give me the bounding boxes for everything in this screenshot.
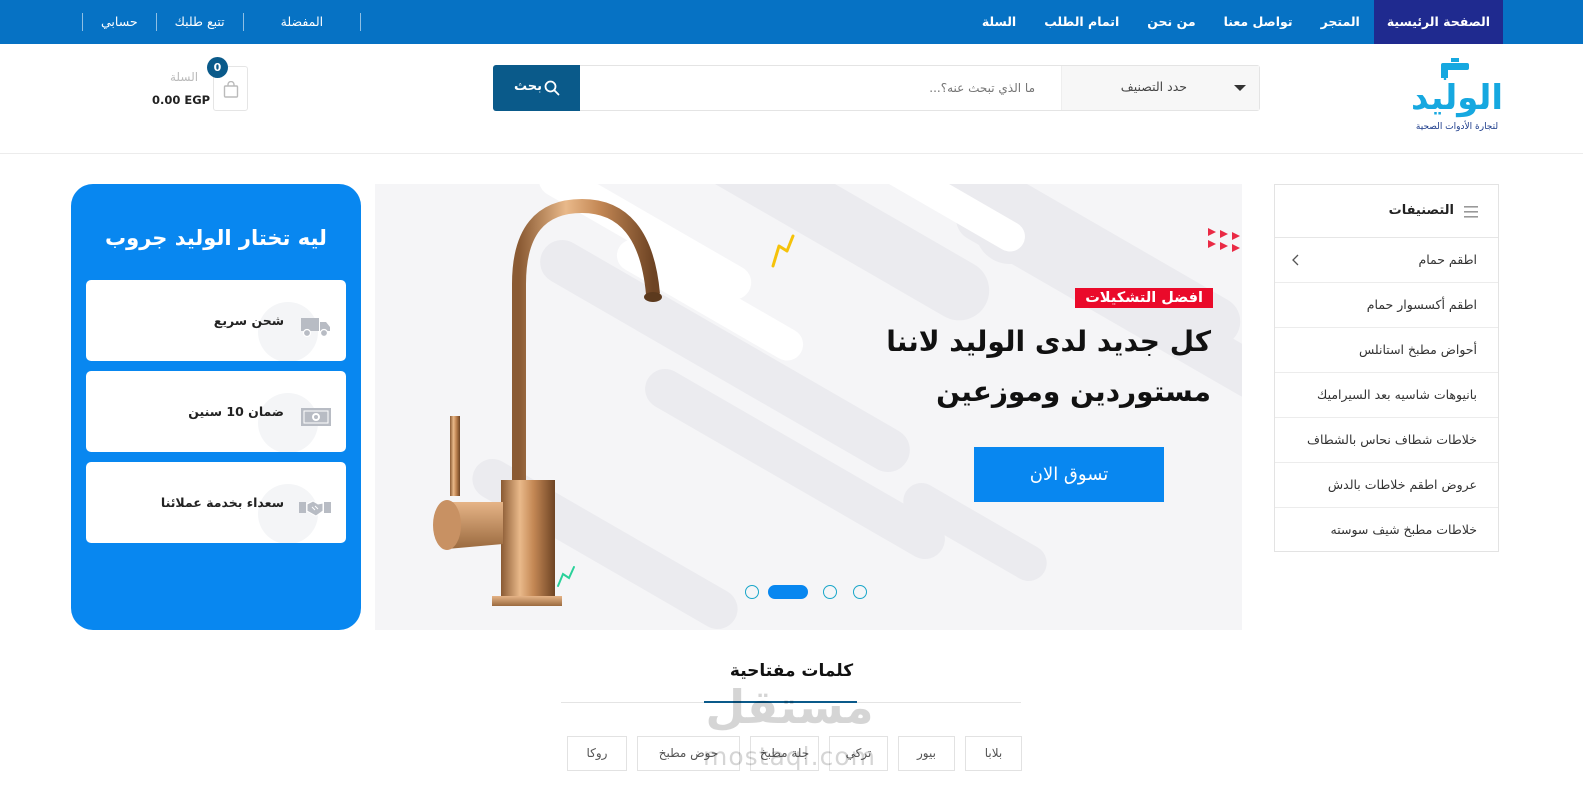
site-header: الوليد لتجارة الأدوات الصحية حدد التصنيف… [0,44,1583,154]
cart-count-badge: 0 [207,57,228,78]
nav-shop[interactable]: المتجر [1307,0,1374,44]
feature-label: ضمان 10 سنين [188,404,284,419]
main-nav: الصفحة الرئيسية المتجر تواصل معنا من نحن… [968,0,1503,44]
why-choose-us-panel: ليه تختار الوليد جروب شحن سريع ضمان 10 س… [71,184,361,630]
header-cart[interactable]: 0 السلة 0.00 EGP [152,57,250,112]
keyword-tag[interactable]: بلابا [965,736,1022,771]
category-item-bath-accessories[interactable]: اطقم أكسسوار حمام [1275,283,1498,328]
slider-dot-2[interactable] [768,585,808,599]
category-item-label: أحواض مطبخ استانلس [1358,342,1477,357]
keyword-tag[interactable]: جلة مطبخ [750,736,819,771]
category-item-label: اطقم حمام [1418,252,1477,267]
category-item-label: خلاطات مطبخ شيف سوسته [1330,522,1477,537]
feature-label: شحن سريع [213,313,284,328]
menu-icon [1464,206,1478,218]
feature-label: سعداء بخدمة عملائنا [160,495,284,510]
hero-slider: افضل التشكيلات كل جديد لدى الوليد لاننا … [375,184,1242,630]
slider-dot-3[interactable] [823,585,837,599]
util-wishlist-link[interactable]: المفضلة [244,13,362,31]
keyword-tag[interactable]: تركي [829,736,888,771]
shopping-bag-icon [223,81,239,98]
site-logo[interactable]: الوليد لتجارة الأدوات الصحية [1411,58,1503,140]
category-item-label: اطقم أكسسوار حمام [1366,297,1477,312]
top-navbar: الصفحة الرئيسية المتجر تواصل معنا من نحن… [0,0,1583,44]
watermark-arabic: مستقل [705,680,874,734]
cart-label: السلة [170,70,199,84]
keywords-divider-accent [704,701,857,703]
category-item-bathroom-sets[interactable]: اطقم حمام [1275,238,1498,283]
category-item-label: عروض اطقم خلاطات بالدش [1327,477,1477,492]
utility-divider [82,13,83,31]
keywords-title: كلمات مفتاحية [729,661,854,681]
category-item-shower-mixer-offers[interactable]: عروض اطقم خلاطات بالدش [1275,463,1498,508]
categories-title: التصنيفات [1388,203,1454,218]
nav-about[interactable]: من نحن [1133,0,1209,44]
search-icon [544,80,560,96]
hero-headline-line-2: مستوردين وموزعين [936,375,1211,408]
logo-tagline: لتجارة الأدوات الصحية [1415,122,1499,132]
search-button[interactable]: بحث [493,65,580,111]
category-select[interactable]: حدد التصنيف [1061,66,1259,110]
feature-warranty: ضمان 10 سنين [86,371,346,452]
nav-contact[interactable]: تواصل معنا [1210,0,1307,44]
category-item-shattaf-mixers[interactable]: خلاطات شطاف نحاس بالشطاف [1275,418,1498,463]
hero-headline-line-1: كل جديد لدى الوليد لاننا [886,325,1211,358]
search-input[interactable] [589,66,1049,110]
truck-icon [301,318,330,338]
keyword-tag[interactable]: روكا [567,736,627,771]
nav-cart[interactable]: السلة [968,0,1030,44]
util-account-link[interactable]: حسابي [83,13,157,31]
categories-sidebar: التصنيفات اطقم حمام اطقم أكسسوار حمام أح… [1274,184,1499,552]
hero-badge: افضل التشكيلات [1075,288,1213,308]
handshake-icon [299,500,331,517]
keyword-tag[interactable]: حوض مطبخ [637,736,740,771]
category-item-stainless-sinks[interactable]: أحواض مطبخ استانلس [1275,328,1498,373]
categories-header: التصنيفات [1275,185,1498,238]
category-item-label: بانيوهات شاسيه بعد السيراميك [1317,387,1477,402]
search-button-label: بحث [514,79,543,94]
chevron-left-icon [1292,254,1299,266]
slider-dot-1[interactable] [745,585,759,599]
keyword-tag[interactable]: بيور [898,736,955,771]
logo-wordmark: الوليد [1410,78,1503,118]
category-select-label: حدد التصنيف [1120,79,1187,94]
caret-down-icon [1234,85,1246,91]
nav-checkout[interactable]: اتمام الطلب [1030,0,1133,44]
shop-now-button[interactable]: تسوق الان [974,447,1164,502]
money-icon [301,408,331,426]
util-track-order-link[interactable]: تتبع طلبك [157,13,244,31]
category-item-kitchen-mixers[interactable]: خلاطات مطبخ شيف سوسته [1275,508,1498,553]
feature-customer-service: سعداء بخدمة عملائنا [86,462,346,543]
category-item-bathtubs[interactable]: بانيوهات شاسيه بعد السيراميك [1275,373,1498,418]
feature-fast-shipping: شحن سريع [86,280,346,361]
why-choose-us-title: ليه تختار الوليد جروب [105,226,327,250]
search-bar: حدد التصنيف بحث [493,65,1260,111]
cart-total: 0.00 EGP [152,93,211,107]
utility-links: حسابي تتبع طلبك المفضلة [82,13,362,31]
nav-home[interactable]: الصفحة الرئيسية [1373,0,1503,44]
slider-dot-4[interactable] [853,585,867,599]
category-item-label: خلاطات شطاف نحاس بالشطاف [1306,432,1477,447]
keyword-tags: بلابا بيور تركي جلة مطبخ حوض مطبخ روكا [567,736,1022,771]
